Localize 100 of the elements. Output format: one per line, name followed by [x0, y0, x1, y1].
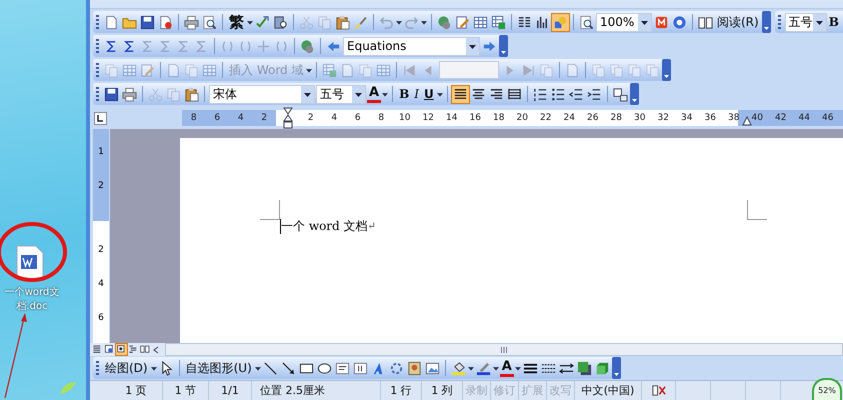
ruler-number: 2 [306, 113, 315, 123]
font-color-button[interactable]: A [500, 359, 514, 377]
line-icon[interactable] [262, 360, 279, 376]
spreadsheet-icon[interactable] [490, 14, 507, 30]
ruler-number: 2 [97, 244, 105, 257]
reading-view-icon[interactable] [140, 344, 151, 355]
status-item: 1 列 [422, 381, 463, 400]
ruler-number: 6 [97, 312, 105, 325]
status-item: 1 行 [381, 381, 422, 400]
toolbar-options-icon[interactable] [630, 83, 639, 105]
magnifier-icon[interactable] [201, 14, 218, 30]
indent-marker-icon[interactable] [283, 107, 293, 129]
zoom-dropdown[interactable]: 100% [596, 12, 652, 32]
paragraph-mark: ↵ [368, 221, 376, 232]
ruler-number: 36 [704, 113, 717, 123]
clipboard-icon[interactable] [334, 14, 351, 30]
right-indent-marker-icon[interactable] [742, 116, 752, 126]
toolbar-options-icon[interactable] [762, 11, 771, 33]
text-cursor [280, 219, 281, 234]
status-item: 改写 [547, 381, 575, 400]
toolbar-grip[interactable] [778, 15, 781, 29]
ruler-number: 4 [229, 110, 252, 126]
paint-bucket-icon[interactable] [450, 360, 467, 376]
normal-view-icon[interactable] [92, 344, 103, 355]
ruler-number: 38 [727, 113, 740, 123]
ruler-number: 24 [562, 113, 576, 123]
web-view-icon[interactable] [104, 344, 115, 355]
toolbar-grip[interactable] [96, 39, 99, 53]
horizontal-scrollbar[interactable] [165, 343, 843, 356]
shadow-icon[interactable] [576, 360, 593, 376]
ruler-number: 16 [468, 113, 482, 123]
ruler-number: 4 [97, 278, 105, 291]
autoshapes-menu-button[interactable]: 自选图形(U) [184, 358, 254, 378]
font-size-dropdown[interactable]: 五号 [316, 84, 366, 104]
tab-stop-icon[interactable] [94, 112, 107, 124]
draw-menu-button[interactable]: 绘图(D) [103, 358, 150, 378]
ruler-number: 18 [492, 113, 506, 123]
outline-view-icon[interactable] [128, 344, 139, 355]
document-text[interactable]: 一个 word 文档 [281, 218, 368, 235]
underline-button[interactable]: U [422, 84, 436, 104]
usage-badge: 52% [812, 378, 842, 400]
ruler-number: 10 [398, 113, 412, 123]
check-icon[interactable] [254, 14, 271, 30]
status-item: 中文(中国) [575, 381, 642, 400]
text-lines-icon[interactable] [452, 86, 469, 102]
italic-button[interactable]: I [412, 84, 421, 104]
toolbar-options-icon[interactable] [612, 357, 621, 379]
ruler-number: 26 [586, 113, 600, 123]
traditional-chinese-button[interactable]: 繁 [227, 12, 246, 32]
clip-art-icon[interactable] [406, 360, 423, 376]
toolbar-options-icon[interactable] [662, 59, 672, 81]
ruler-number: 20 [516, 113, 529, 123]
bulleted-list-icon[interactable] [550, 86, 567, 102]
printer-icon[interactable] [121, 86, 138, 102]
print-view-icon[interactable] [116, 344, 127, 355]
corner-mark [260, 200, 280, 220]
status-item: 1 页 [110, 381, 163, 400]
status-item: 位置 2.5厘米 [256, 381, 381, 400]
globe-icon[interactable] [436, 14, 453, 30]
ruler-number: 14 [445, 113, 458, 123]
ruler-number: 28 [610, 113, 623, 123]
corner-mark [747, 200, 767, 220]
grip-icon[interactable] [500, 346, 508, 354]
ruler-number: 6 [206, 110, 229, 126]
ruler-number: 34 [680, 113, 694, 123]
toolbar-grip[interactable] [96, 15, 99, 29]
word-file-icon[interactable] [15, 245, 45, 281]
status-item: 录制 [463, 381, 491, 400]
font-color-button[interactable]: A [367, 85, 382, 103]
page-pencil-icon[interactable] [454, 14, 471, 30]
ruler-number: 32 [656, 113, 670, 123]
bold-button[interactable]: B [828, 12, 842, 32]
magnifier-icon[interactable] [578, 14, 595, 30]
ruler-number: 6 [354, 113, 362, 123]
record-field[interactable] [439, 61, 500, 79]
status-item: 1 节 [163, 381, 209, 400]
ruler-number: 8 [182, 110, 206, 126]
scroll-left-icon[interactable] [152, 344, 160, 356]
printer-icon[interactable] [183, 14, 200, 30]
leaf-icon [58, 380, 78, 396]
toolbar-options-icon[interactable] [499, 35, 508, 57]
toolbar-grip[interactable] [96, 87, 99, 101]
status-item: 1/1 [209, 381, 252, 400]
ruler-number: 22 [539, 113, 552, 123]
style-dropdown[interactable]: Equations [343, 36, 480, 56]
globe-icon[interactable] [299, 38, 316, 54]
toolbar-grip[interactable] [96, 63, 99, 77]
status-item: 扩展 [519, 381, 547, 400]
bold-button[interactable]: B [397, 84, 412, 104]
font-size-dropdown[interactable]: 五号 [784, 12, 827, 32]
ruler-number: 30 [633, 113, 646, 123]
help-icon[interactable] [671, 14, 688, 30]
ruler-number: 2 [97, 180, 105, 193]
ruler-number: 12 [422, 113, 435, 123]
read-button[interactable]: 阅读(R) [715, 12, 761, 32]
clipboard-icon[interactable] [183, 86, 200, 102]
toolbar-grip[interactable] [96, 361, 99, 375]
font-dropdown[interactable]: 宋体 [209, 84, 315, 104]
arrow-icon[interactable] [280, 360, 297, 376]
ruler-number: 1 [97, 146, 105, 159]
